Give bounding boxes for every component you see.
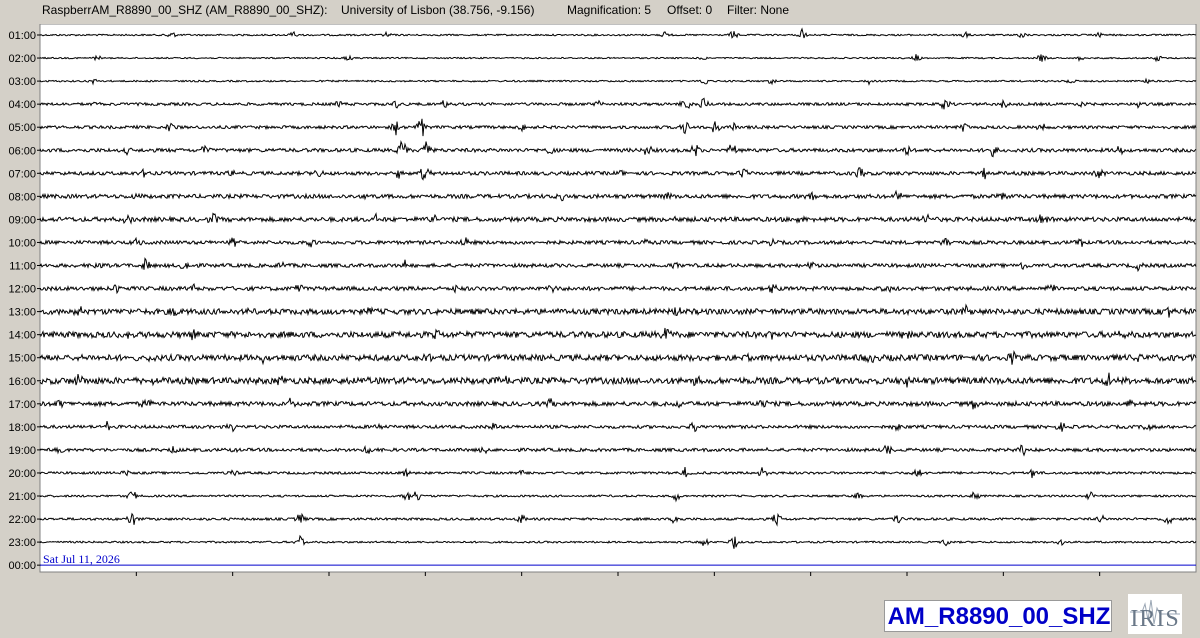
iris-logo: IRIS: [1128, 594, 1182, 634]
header-bar: RaspberrAM_R8890_00_SHZ (AM_R8890_00_SHZ…: [0, 0, 1200, 20]
row-time-label: 09:00: [8, 214, 36, 226]
location-text: University of Lisbon (38.756, -9.156): [341, 3, 535, 17]
station-title: RaspberrAM_R8890_00_SHZ (AM_R8890_00_SHZ…: [42, 3, 328, 17]
row-time-label: 12:00: [8, 284, 36, 296]
row-time-label: 07:00: [8, 168, 36, 180]
row-time-label: 10:00: [8, 237, 36, 249]
row-time-label: 14:00: [8, 330, 36, 342]
row-time-label: 03:00: [8, 76, 36, 88]
helicorder-chart: 01:00 02:00 03:00 04:00 05:00 06:00 07:00 08:00…: [8, 24, 1197, 576]
row-time-label: 00:00: [8, 560, 36, 572]
row-time-label: 04:00: [8, 99, 36, 111]
row-time-label: 19:00: [8, 445, 36, 457]
row-time-label: 06:00: [8, 145, 36, 157]
station-code-label: AM_R8890_00_SHZ: [887, 603, 1111, 630]
row-time-label: 02:00: [8, 53, 36, 65]
row-time-label: 17:00: [8, 399, 36, 411]
row-time-label: 21:00: [8, 491, 36, 503]
row-time-label: 15:00: [8, 353, 36, 365]
row-time-label: 18:00: [8, 422, 36, 434]
row-time-label: 22:00: [8, 514, 36, 526]
row-time-label: 13:00: [8, 307, 36, 319]
row-time-label: 16:00: [8, 376, 36, 388]
iris-logo-text: IRIS: [1130, 606, 1180, 632]
row-time-label: 01:00: [8, 30, 36, 42]
offset-text: Offset: 0: [667, 3, 713, 17]
row-time-label: 05:00: [8, 122, 36, 134]
filter-text: Filter: None: [727, 3, 790, 17]
row-time-label: 23:00: [8, 537, 36, 549]
row-time-label: 11:00: [9, 261, 36, 273]
station-code-box: AM_R8890_00_SHZ: [884, 600, 1112, 632]
row-time-label: 08:00: [8, 191, 36, 203]
date-label: Sat Jul 11, 2026: [43, 552, 120, 566]
helicorder-plot: 01:00 02:00 03:00 04:00 05:00 06:00 07:00 08:00…: [0, 24, 1200, 580]
row-time-label: 20:00: [8, 468, 36, 480]
plot-background: [39, 24, 1197, 573]
magnification-text: Magnification: 5: [567, 3, 652, 17]
